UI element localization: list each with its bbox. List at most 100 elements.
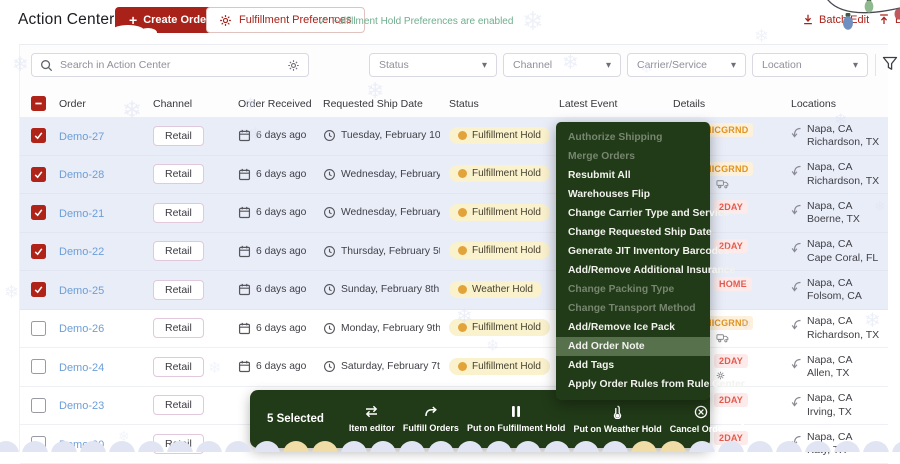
search-box[interactable] <box>31 53 309 77</box>
order-link[interactable]: Demo-20 <box>59 439 104 451</box>
order-link[interactable]: Demo-25 <box>59 285 104 297</box>
table-row: Demo-25Retail6 days agoSunday, February … <box>20 271 888 310</box>
row-checkbox[interactable] <box>31 282 46 297</box>
row-checkbox[interactable] <box>31 398 46 413</box>
order-link[interactable]: Demo-28 <box>59 169 104 181</box>
row-checkbox[interactable] <box>31 128 46 143</box>
download-icon <box>802 13 814 26</box>
action-label: Cancel Orders <box>670 424 732 434</box>
menu-item-change-requested-ship-date[interactable]: Change Requested Ship Date <box>556 223 710 242</box>
table-row: Demo-28Retail6 days agoWednesday, Februa… <box>20 156 888 195</box>
locations-cell: Napa, CACape Coral, FL <box>791 237 888 265</box>
menu-item-apply-order-rules-from-rule-center[interactable]: Apply Order Rules from Rule Center <box>556 375 710 394</box>
ship-date-cell: Thursday, February 5th <box>323 245 440 258</box>
calendar-icon <box>238 168 251 181</box>
location-to: Richardson, TX <box>807 329 879 343</box>
order-link[interactable]: Demo-24 <box>59 362 104 374</box>
select-all-checkbox[interactable] <box>31 96 46 111</box>
order-cell: Demo-24 <box>59 358 153 376</box>
locations-text: Napa, CAIrving, TX <box>807 392 853 419</box>
filter-dropdown-carrier-service[interactable]: Carrier/Service▾ <box>627 53 746 77</box>
location-to: Cape Coral, FL <box>807 252 878 266</box>
channel-chip: Retail <box>153 318 204 338</box>
channel-chip: Retail <box>153 357 204 377</box>
locations-text: Napa, CAKaty, TX <box>807 431 853 458</box>
filter-dropdown-status[interactable]: Status▾ <box>369 53 497 77</box>
ship-date-text: Sunday, February 8th <box>341 284 439 295</box>
menu-item-add-order-note[interactable]: Add Order Note <box>556 337 710 356</box>
status-text: Weather Hold <box>472 284 533 295</box>
table-header-row: OrderChannelOrder ReceivedRequested Ship… <box>20 90 888 117</box>
menu-item-add-remove-ice-pack[interactable]: Add/Remove Ice Pack <box>556 318 710 337</box>
channel-cell: Retail <box>153 280 238 300</box>
plus-icon: + <box>129 13 137 27</box>
row-checkbox[interactable] <box>31 436 46 451</box>
status-dot-icon <box>458 362 467 371</box>
channel-cell: Retail <box>153 164 238 184</box>
row-checkbox[interactable] <box>31 167 46 182</box>
action-item-editor[interactable]: Item editor <box>345 405 399 433</box>
action-put-on-fulfillment-hold[interactable]: Put on Fulfillment Hold <box>463 405 570 433</box>
order-received-cell: 6 days ago <box>238 322 323 335</box>
order-cell: Demo-23 <box>59 396 153 414</box>
order-link[interactable]: Demo-22 <box>59 246 104 258</box>
locations-cell: Napa, CARichardson, TX <box>791 314 888 342</box>
ship-date-cell: Monday, February 9th <box>323 322 440 335</box>
action-cancel-orders[interactable]: Cancel Orders <box>666 405 736 434</box>
location-to: Richardson, TX <box>807 136 879 150</box>
action-put-on-weather-hold[interactable]: Put on Weather Hold <box>569 405 665 434</box>
ship-date-text: Monday, February 9th <box>341 323 440 334</box>
location-to: Boerne, TX <box>807 213 860 227</box>
ship-date-cell: Saturday, February 7th <box>323 360 440 373</box>
search-settings-gear-icon[interactable] <box>287 59 300 72</box>
channel-cell: Retail <box>153 241 238 261</box>
menu-item-change-carrier-type-and-service[interactable]: Change Carrier Type and Service <box>556 204 710 223</box>
channel-chip: Retail <box>153 126 204 146</box>
row-checkbox-cell <box>31 205 59 220</box>
menu-item-generate-jit-inventory-barcodes[interactable]: Generate JIT Inventory Barcodes <box>556 242 710 261</box>
calendar-icon <box>238 322 251 335</box>
pause-icon <box>511 405 521 418</box>
menu-item-resubmit-all[interactable]: Resubmit All <box>556 166 710 185</box>
order-link[interactable]: Demo-26 <box>59 323 104 335</box>
ship-date-text: Wednesday, February … <box>341 207 440 218</box>
menu-item-add-remove-additional-insurance[interactable]: Add/Remove Additional Insurance <box>556 261 710 280</box>
swap-icon <box>364 405 379 418</box>
thermometer-icon <box>613 405 622 419</box>
column-header-requested-ship-date: Requested Ship Date <box>323 98 440 110</box>
menu-item-warehouses-flip[interactable]: Warehouses Flip <box>556 185 710 204</box>
filter-funnel-icon[interactable] <box>882 56 898 71</box>
filter-dropdown-location[interactable]: Location▾ <box>752 53 868 77</box>
more-actions-kebab-icon[interactable] <box>739 412 754 426</box>
export-button[interactable]: Export <box>878 13 900 26</box>
order-cell: Demo-27 <box>59 127 153 145</box>
row-checkbox-cell <box>31 359 59 374</box>
location-from: Napa, CA <box>807 431 853 445</box>
row-checkbox[interactable] <box>31 359 46 374</box>
row-checkbox[interactable] <box>31 205 46 220</box>
location-to: Folsom, CA <box>807 290 862 304</box>
row-checkbox[interactable] <box>31 321 46 336</box>
status-text: Fulfillment Hold <box>472 130 541 141</box>
menu-item-add-tags[interactable]: Add Tags <box>556 356 710 375</box>
status-cell: Weather Hold <box>440 281 559 299</box>
order-link[interactable]: Demo-21 <box>59 208 104 220</box>
ship-date-text: Tuesday, February 10th <box>341 130 440 141</box>
row-checkbox[interactable] <box>31 244 46 259</box>
check-icon: ✓ <box>318 15 327 28</box>
batch-edit-button[interactable]: Batch Edit <box>802 13 869 26</box>
search-input[interactable] <box>60 59 280 71</box>
table-row: Demo-22Retail6 days agoThursday, Februar… <box>20 233 888 272</box>
status-cell: Fulfillment Hold <box>440 204 559 222</box>
column-header-locations: Locations <box>791 98 888 110</box>
action-fulfill-orders[interactable]: Fulfill Orders <box>399 406 463 433</box>
status-cell: Fulfillment Hold <box>440 358 559 376</box>
locations-cell: Napa, CAFolsom, CA <box>791 276 888 304</box>
order-link[interactable]: Demo-23 <box>59 400 104 412</box>
order-cell: Demo-26 <box>59 319 153 337</box>
filter-dropdown-channel[interactable]: Channel▾ <box>503 53 621 77</box>
locations-cell: Napa, CAAllen, TX <box>791 353 888 381</box>
received-text: 6 days ago <box>256 361 306 372</box>
order-link[interactable]: Demo-27 <box>59 131 104 143</box>
channel-chip: Retail <box>153 395 204 415</box>
